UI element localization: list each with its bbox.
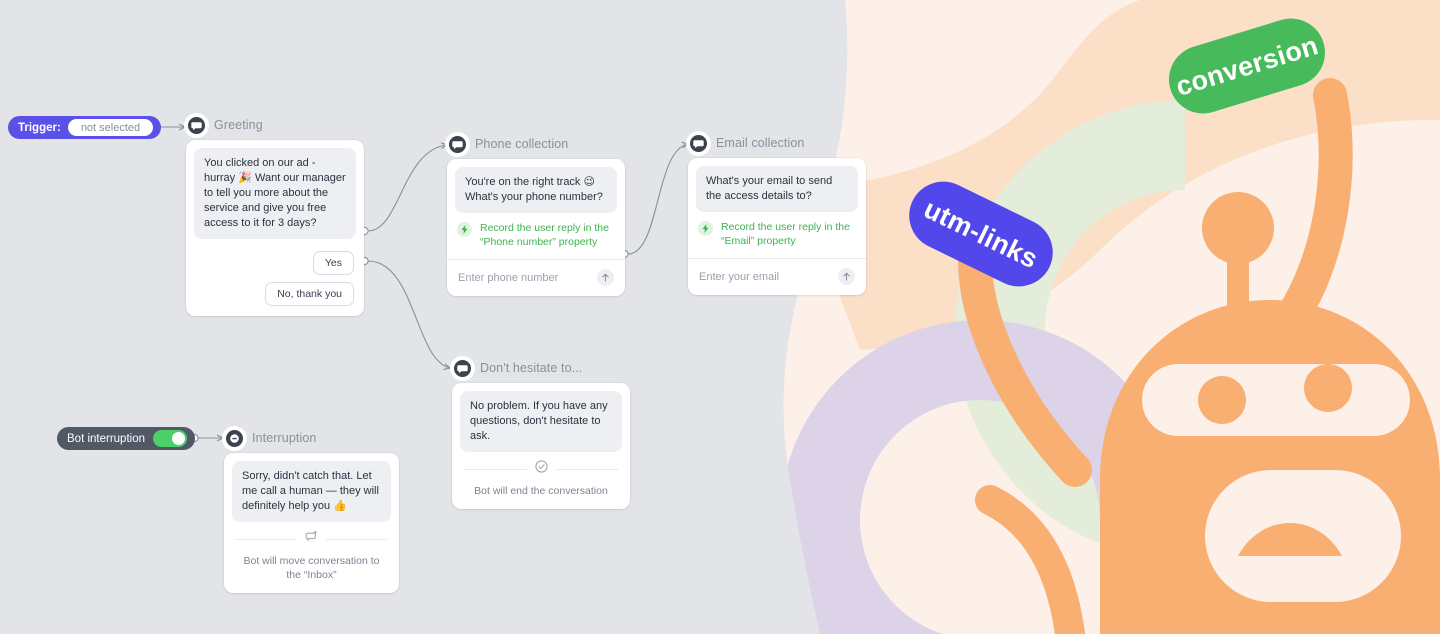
trigger-pill[interactable]: Trigger: not selected — [8, 116, 162, 139]
node-hesitate-title: Don't hesitate to... — [480, 361, 583, 375]
node-email-title: Email collection — [716, 136, 805, 150]
divider-right — [326, 538, 387, 540]
node-interruption-header: Interruption — [224, 427, 399, 449]
bot-interruption-label: Bot interruption — [67, 432, 145, 445]
trigger-label: Trigger: — [18, 121, 61, 134]
minus-circle-icon — [224, 427, 245, 449]
node-greeting-title: Greeting — [214, 118, 263, 132]
arrow-up-icon[interactable] — [597, 269, 614, 286]
inbox-chat-icon — [305, 530, 318, 548]
node-hesitate-header: Don't hesitate to... — [452, 357, 630, 379]
answer-yes[interactable]: Yes — [312, 251, 354, 275]
node-interruption-card: Sorry, didn't catch that. Let me call a … — [224, 453, 399, 593]
chat-bubble-icon — [452, 357, 473, 379]
trigger-value[interactable]: not selected — [67, 119, 154, 136]
email-input-placeholder[interactable]: Enter your email — [699, 271, 779, 283]
screenshot-root: Trigger: not selected Greeting You click… — [0, 0, 1440, 634]
lightning-bolt-icon — [457, 222, 472, 242]
phone-record-note: Record the user reply in the “Phone numb… — [480, 222, 609, 248]
lightning-bolt-icon — [698, 221, 713, 241]
interruption-end-note: Bot will move conversation to the “Inbox… — [243, 555, 380, 581]
node-greeting-header: Greeting — [186, 114, 364, 136]
email-record-row: Record the user reply in the “Email” pro… — [698, 220, 856, 248]
node-email-card: What's your email to send the access det… — [688, 158, 866, 295]
hesitate-end-row — [452, 460, 630, 478]
connector-yes-phone — [367, 145, 447, 232]
node-hesitate-card: No problem. If you have any questions, d… — [452, 383, 630, 509]
connector-phone-email — [627, 144, 688, 255]
node-phone-title: Phone collection — [475, 137, 569, 151]
phone-record-row: Record the user reply in the “Phone numb… — [457, 221, 615, 249]
connector-no-hesitate — [367, 260, 450, 368]
email-input-row[interactable]: Enter your email — [688, 259, 866, 295]
node-greeting-card: You clicked on our ad - hurray 🎉 Want ou… — [186, 140, 364, 316]
chat-bubble-icon — [186, 114, 207, 136]
bot-interruption-pill[interactable]: Bot interruption — [57, 427, 195, 450]
answer-no-thank-you[interactable]: No, thank you — [265, 282, 354, 306]
divider-left — [236, 538, 297, 540]
hesitate-message: No problem. If you have any questions, d… — [460, 391, 622, 452]
chat-bubble-icon — [447, 133, 468, 155]
phone-input-row[interactable]: Enter phone number — [447, 260, 625, 296]
divider-right — [555, 468, 618, 470]
interruption-message: Sorry, didn't catch that. Let me call a … — [232, 461, 391, 522]
phone-message: You're on the right track 😉 What's your … — [455, 167, 617, 213]
node-greeting[interactable]: Greeting You clicked on our ad - hurray … — [186, 114, 364, 316]
check-circle-icon — [534, 460, 548, 478]
divider-left — [464, 468, 527, 470]
toggle-knob — [172, 432, 185, 445]
node-dont-hesitate[interactable]: Don't hesitate to... No problem. If you … — [452, 357, 630, 509]
node-phone-header: Phone collection — [447, 133, 625, 155]
node-phone-card: You're on the right track 😉 What's your … — [447, 159, 625, 296]
node-interruption-title: Interruption — [252, 431, 317, 445]
node-interruption[interactable]: Interruption Sorry, didn't catch that. L… — [224, 427, 399, 593]
greeting-answers: Yes No, thank you — [186, 247, 364, 316]
chat-bubble-icon — [688, 132, 709, 154]
node-email-collection[interactable]: Email collection What's your email to se… — [688, 132, 866, 295]
email-record-note: Record the user reply in the “Email” pro… — [721, 221, 850, 247]
node-phone-collection[interactable]: Phone collection You're on the right tra… — [447, 133, 625, 296]
arrow-up-icon[interactable] — [838, 268, 855, 285]
interruption-end-row — [224, 530, 399, 548]
greeting-message: You clicked on our ad - hurray 🎉 Want ou… — [194, 148, 356, 239]
node-email-header: Email collection — [688, 132, 866, 154]
bot-interruption-toggle[interactable] — [153, 430, 187, 447]
phone-input-placeholder[interactable]: Enter phone number — [458, 272, 558, 284]
hesitate-end-note: Bot will end the conversation — [474, 485, 608, 497]
email-message: What's your email to send the access det… — [696, 166, 858, 212]
